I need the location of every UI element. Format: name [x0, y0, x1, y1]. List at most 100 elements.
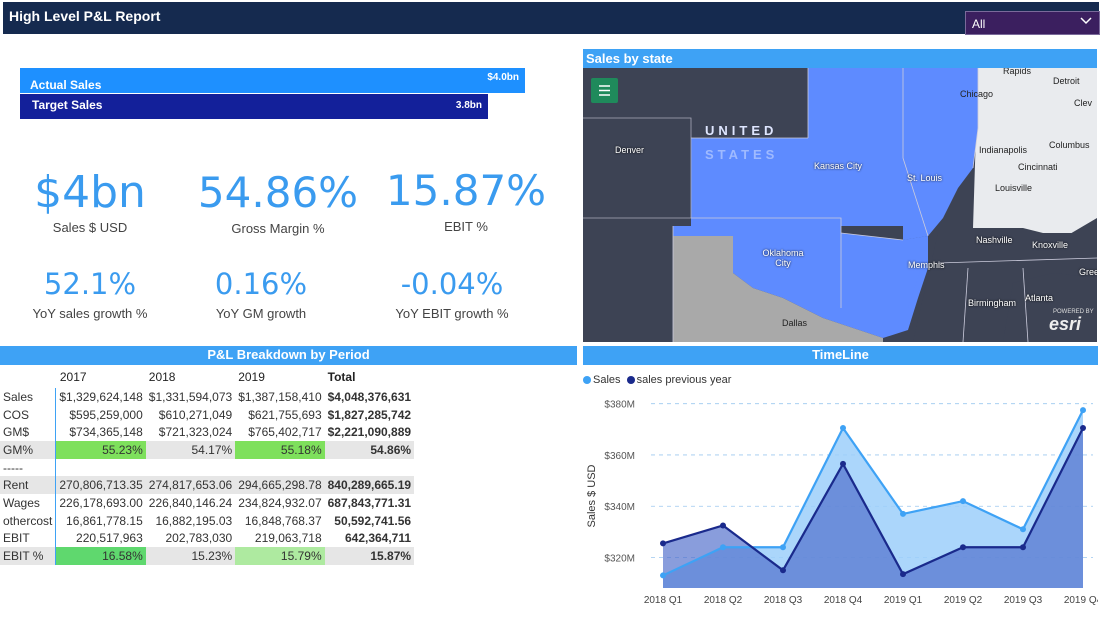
target-sales-bar[interactable]: Target Sales 3.8bn — [20, 94, 488, 119]
actual-sales-value: $4.0bn — [487, 72, 519, 83]
map-menu-button[interactable] — [591, 78, 618, 103]
kpi-yoy-gm-value: 0.16% — [214, 267, 308, 301]
sales-point[interactable] — [840, 425, 846, 432]
actual-sales-label: Actual Sales — [30, 78, 102, 92]
table-row-sales[interactable]: Sales $1,329,624,148 $1,331,594,073 $1,387,… — [0, 388, 414, 406]
pl-table-title: P&L Breakdown by Period — [207, 347, 370, 362]
kpi-ebit-caption: EBIT % — [444, 219, 488, 234]
kpi-yoy-sales-caption: YoY sales growth % — [32, 306, 148, 321]
target-sales-label: Target Sales — [32, 98, 103, 112]
target-sales-value: 3.8bn — [455, 100, 482, 111]
table-row-cos[interactable]: COS $595,259,000 $610,271,049 $621,755,693 $… — [0, 405, 414, 424]
x-tick-label: 2019 Q4 — [1064, 595, 1098, 606]
row-label: Sales — [0, 388, 57, 406]
city-birmingham: Birmingham — [968, 298, 1017, 308]
prev-year-point[interactable] — [960, 544, 966, 551]
map-title: Sales by state — [586, 51, 673, 66]
row-label: COS — [0, 405, 57, 424]
city-kansas-city: Kansas City — [814, 161, 863, 171]
table-row-ebit[interactable]: EBIT 220,517,963 202,783,030 219,063,718 642… — [0, 529, 414, 548]
table-row-wages[interactable]: Wages 226,178,693.00 226,840,146.24 234,824… — [0, 494, 414, 512]
col-header-2019[interactable]: 2019 — [235, 366, 324, 388]
col-header-2017[interactable]: 2017 — [56, 366, 146, 388]
prev-year-point[interactable] — [840, 460, 846, 467]
sales-point[interactable] — [780, 544, 786, 551]
cell-value: 270,806,713.35 — [55, 476, 146, 495]
y-tick-label: $360M — [604, 451, 635, 462]
x-tick-label: 2019 Q3 — [1004, 595, 1043, 606]
x-tick-label: 2018 Q3 — [764, 595, 803, 606]
sales-point[interactable] — [900, 510, 906, 517]
prev-year-point[interactable] — [660, 540, 666, 547]
city-detroit: Detroit — [1053, 76, 1080, 86]
x-tick-label: 2019 Q2 — [944, 595, 983, 606]
kpi-yoy-ebit-value: -0.04% — [400, 267, 504, 301]
timeline-title: TimeLine — [812, 347, 869, 362]
sales-point[interactable] — [720, 544, 726, 551]
prev-year-point[interactable] — [780, 567, 786, 574]
cell-value: $1,329,624,148 — [59, 389, 143, 404]
cell-total: $4,048,376,631 — [327, 389, 412, 404]
city-dallas: Dallas — [782, 318, 808, 328]
table-row-gm-pct[interactable]: GM% 55.23% 54.17% 55.18% 54.86% — [0, 441, 415, 459]
table-row-othercost[interactable]: othercost 16,861,778.15 16,882,195.03 16,84… — [0, 511, 414, 530]
city-chicago: Chicago — [960, 89, 994, 99]
kpi-yoy-gm: 0.16% YoY GM growth — [171, 266, 351, 321]
city-st-louis: St. Louis — [907, 173, 943, 183]
table-row-separator[interactable]: ----- — [0, 458, 414, 477]
city-nashville: Nashville — [976, 235, 1013, 245]
x-tick-label: 2018 Q2 — [704, 595, 743, 606]
cell-value: 274,817,653.06 — [145, 476, 236, 495]
x-tick-label: 2018 Q1 — [644, 595, 683, 606]
sales-point[interactable] — [1020, 526, 1026, 533]
prev-year-point[interactable] — [900, 571, 906, 578]
cell-total: 642,364,711 — [344, 531, 412, 546]
prev-year-point[interactable] — [1020, 544, 1026, 551]
sales-map[interactable]: UNITED STATES Denver Kansas City St. Lou… — [583, 68, 1097, 342]
table-header-row: 2017 2018 2019 Total — [0, 366, 414, 388]
sales-point[interactable] — [660, 572, 666, 579]
table-row-gm-dollar[interactable]: GM$ $734,365,148 $721,323,024 $765,402,717 $… — [0, 423, 414, 442]
cell-value: 294,665,298.78 — [235, 476, 325, 495]
cell-total: $2,221,090,889 — [327, 425, 412, 440]
city-cleveland: Clev — [1074, 98, 1093, 108]
cell-value: $721,323,024 — [158, 425, 233, 440]
filter-dropdown[interactable]: All — [965, 11, 1100, 35]
timeline-header: TimeLine — [583, 346, 1098, 365]
kpi-sales: $4bn Sales $ USD — [0, 168, 180, 236]
prev-year-point[interactable] — [1080, 425, 1086, 432]
timeline-svg: $320M $340M $360M $380M Sales $ USD 2018 Q1 20… — [586, 400, 1102, 606]
actual-sales-bar[interactable]: Actual Sales $4.0bn — [20, 68, 525, 93]
table-row-rent[interactable]: Rent 270,806,713.35 274,817,653.06 294,665,… — [0, 476, 415, 495]
city-columbus: Columbus — [1049, 140, 1090, 150]
legend-sales-dot — [583, 376, 591, 385]
legend-prev-label[interactable]: sales previous year — [637, 374, 732, 386]
chart-legend: Sales sales previous year — [583, 374, 731, 386]
cell-value: 54.17% — [145, 441, 236, 459]
cell-value: 16.58% — [55, 547, 146, 565]
cell-value: 220,517,963 — [76, 531, 143, 546]
col-header-total[interactable]: Total — [325, 366, 414, 388]
table-row-ebit-pct[interactable]: EBIT % 16.58% 15.23% 15.79% 15.87% — [0, 547, 415, 565]
cell-value: $610,271,049 — [158, 407, 233, 422]
col-header-2018[interactable]: 2018 — [146, 366, 235, 388]
map-svg — [583, 68, 1097, 342]
kpi-gm-caption: Gross Margin % — [231, 221, 325, 236]
row-label: othercost — [0, 511, 57, 530]
city-indianapolis: Indianapolis — [979, 145, 1028, 155]
cell-value: 15.23% — [145, 547, 236, 565]
timeline-chart[interactable]: Sales sales previous year $320M $340M $360… — [583, 366, 1102, 615]
legend-sales-label[interactable]: Sales — [593, 374, 621, 386]
sales-point[interactable] — [960, 498, 966, 505]
prev-year-point[interactable] — [720, 522, 726, 529]
cell-value: $621,755,693 — [248, 407, 322, 422]
sales-point[interactable] — [1080, 407, 1086, 414]
kpi-yoy-ebit: -0.04% YoY EBIT growth % — [362, 266, 542, 321]
city-cincinnati: Cincinnati — [1018, 162, 1058, 172]
x-tick-label: 2019 Q1 — [884, 595, 923, 606]
cell-value: 226,840,146.24 — [148, 495, 233, 510]
city-denver: Denver — [615, 145, 645, 155]
cell-value: 16,882,195.03 — [155, 513, 233, 528]
cell-value: 226,178,693.00 — [59, 495, 143, 510]
cell-value: 15.79% — [235, 547, 325, 565]
